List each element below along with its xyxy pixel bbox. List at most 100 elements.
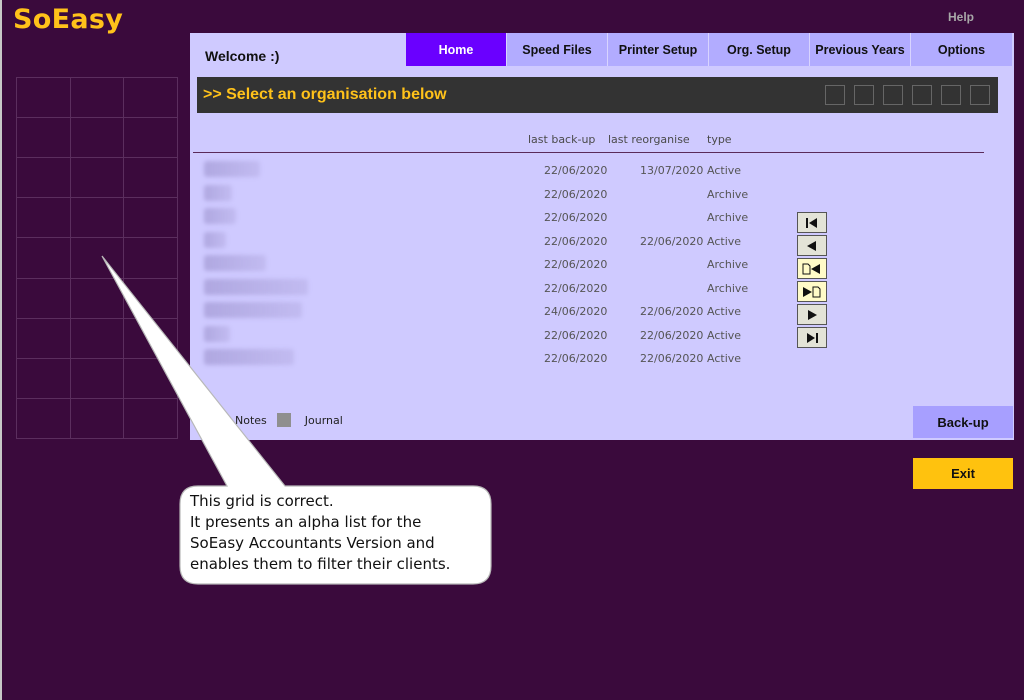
notes-swatch bbox=[207, 413, 221, 427]
tab-org-setup[interactable]: Org. Setup bbox=[709, 33, 810, 66]
last-backup: 22/06/2020 bbox=[544, 234, 608, 248]
insert-before-button[interactable] bbox=[797, 258, 827, 279]
alpha-grid-cell[interactable] bbox=[17, 278, 71, 319]
callout-line: SoEasy Accountants Version and bbox=[190, 534, 435, 552]
bar-indicator-boxes bbox=[825, 85, 990, 105]
organisation-name-redacted bbox=[204, 325, 230, 342]
organisation-name-redacted bbox=[204, 278, 308, 295]
organisation-row[interactable]: 24/06/2020 22/06/2020 Active bbox=[190, 299, 790, 323]
insert-after-button[interactable] bbox=[797, 281, 827, 302]
indicator-box bbox=[941, 85, 961, 105]
alpha-grid-cell[interactable] bbox=[17, 358, 71, 399]
organisation-row[interactable]: 22/06/2020 Archive bbox=[190, 276, 790, 300]
alpha-grid-cell[interactable] bbox=[124, 318, 178, 359]
header-divider bbox=[193, 152, 984, 153]
tab-printer-setup[interactable]: Printer Setup bbox=[608, 33, 709, 66]
last-backup: 22/06/2020 bbox=[544, 258, 608, 271]
organisation-type: Active bbox=[707, 305, 742, 318]
organisation-row[interactable]: 22/06/2020 Archive bbox=[190, 252, 790, 276]
organisation-type: Archive bbox=[707, 187, 749, 201]
last-backup: 22/06/2020 bbox=[544, 281, 608, 295]
indicator-box bbox=[912, 85, 932, 105]
first-record-button[interactable] bbox=[797, 212, 827, 233]
alpha-filter-grid bbox=[16, 77, 178, 439]
tab-previous-years[interactable]: Previous Years bbox=[810, 33, 911, 66]
tab-speed-files[interactable]: Speed Files bbox=[507, 33, 608, 66]
organisation-row[interactable]: 22/06/2020 Archive bbox=[190, 205, 790, 229]
last-reorganise: 13/07/2020 bbox=[640, 164, 704, 177]
tab-options[interactable]: Options bbox=[911, 33, 1012, 66]
alpha-grid-cell[interactable] bbox=[124, 118, 178, 159]
callout-line: This grid is correct. bbox=[190, 492, 334, 510]
exit-button[interactable]: Exit bbox=[913, 458, 1013, 489]
alpha-grid-cell[interactable] bbox=[17, 198, 71, 239]
organisation-type: Active bbox=[707, 234, 742, 248]
alpha-grid-cell[interactable] bbox=[17, 398, 71, 439]
organisation-row[interactable]: 22/06/2020 13/07/2020 Active bbox=[190, 158, 790, 182]
organisation-type: Active bbox=[707, 164, 742, 177]
organisation-name-redacted bbox=[204, 349, 294, 365]
alpha-grid-cell[interactable] bbox=[124, 78, 178, 119]
alpha-grid-cell[interactable] bbox=[70, 118, 125, 159]
alpha-grid-cell[interactable] bbox=[70, 78, 125, 119]
organisation-row[interactable]: 22/06/2020 22/06/2020 Active bbox=[190, 323, 790, 347]
indicator-box bbox=[883, 85, 903, 105]
indicator-box bbox=[970, 85, 990, 105]
organisation-name-redacted bbox=[204, 302, 302, 318]
column-header-type: type bbox=[707, 133, 732, 146]
organisation-type: Archive bbox=[707, 258, 749, 271]
alpha-grid-cell[interactable] bbox=[124, 358, 178, 399]
indicator-box bbox=[854, 85, 874, 105]
alpha-grid-cell[interactable] bbox=[124, 278, 178, 319]
organisation-type: Active bbox=[707, 328, 742, 342]
previous-record-button[interactable] bbox=[797, 235, 827, 256]
last-backup: 22/06/2020 bbox=[544, 164, 608, 177]
column-header-reorganise: last reorganise bbox=[608, 133, 690, 146]
alpha-grid-cell[interactable] bbox=[17, 118, 71, 159]
first-record-icon bbox=[806, 217, 817, 228]
alpha-grid-cell[interactable] bbox=[70, 358, 125, 399]
organisation-row[interactable]: 22/06/2020 22/06/2020 Active bbox=[190, 229, 790, 253]
help-link[interactable]: Help bbox=[948, 10, 974, 24]
next-record-button[interactable] bbox=[797, 304, 827, 325]
organisation-row[interactable]: 22/06/2020 Archive bbox=[190, 182, 790, 206]
organisation-name-redacted bbox=[204, 255, 266, 271]
alpha-grid-cell[interactable] bbox=[70, 318, 125, 359]
organisation-list: 22/06/2020 13/07/2020 Active 22/06/2020 … bbox=[190, 158, 790, 370]
alpha-grid-cell[interactable] bbox=[17, 318, 71, 359]
alpha-grid-cell[interactable] bbox=[70, 238, 125, 279]
alpha-grid-cell[interactable] bbox=[17, 158, 71, 199]
organisation-name-redacted bbox=[204, 231, 226, 248]
insert-before-icon bbox=[802, 263, 820, 274]
organisation-name-redacted bbox=[204, 161, 260, 177]
legend: Notes Journal bbox=[207, 413, 343, 427]
last-backup: 24/06/2020 bbox=[544, 305, 608, 318]
tab-home[interactable]: Home bbox=[406, 33, 507, 66]
last-reorganise: 22/06/2020 bbox=[640, 234, 704, 248]
alpha-grid-cell[interactable] bbox=[124, 398, 178, 439]
alpha-grid-cell[interactable] bbox=[124, 238, 178, 279]
backup-button[interactable]: Back-up bbox=[913, 406, 1013, 438]
alpha-grid-cell[interactable] bbox=[70, 198, 125, 239]
alpha-grid-cell[interactable] bbox=[124, 198, 178, 239]
last-reorganise: 22/06/2020 bbox=[640, 305, 704, 318]
main-panel: Welcome :) Home Speed Files Printer Setu… bbox=[190, 33, 1014, 440]
next-record-icon bbox=[808, 309, 817, 320]
notes-label: Notes bbox=[235, 413, 267, 427]
callout-line: It presents an alpha list for the bbox=[190, 513, 422, 531]
last-reorganise: 22/06/2020 bbox=[640, 328, 704, 342]
last-record-icon bbox=[807, 332, 818, 343]
alpha-grid-cell[interactable] bbox=[17, 78, 71, 119]
alpha-grid-cell[interactable] bbox=[124, 158, 178, 199]
app-title: SoEasy bbox=[13, 4, 124, 35]
alpha-grid-cell[interactable] bbox=[70, 278, 125, 319]
organisation-row[interactable]: 22/06/2020 22/06/2020 Active bbox=[190, 346, 790, 370]
organisation-name-redacted bbox=[204, 208, 236, 224]
alpha-grid-cell[interactable] bbox=[70, 158, 125, 199]
last-record-button[interactable] bbox=[797, 327, 827, 348]
journal-label: Journal bbox=[304, 413, 343, 427]
alpha-grid-cell[interactable] bbox=[70, 398, 125, 439]
welcome-text: Welcome :) bbox=[205, 48, 280, 64]
callout-line: enables them to filter their clients. bbox=[190, 555, 451, 573]
alpha-grid-cell[interactable] bbox=[17, 238, 71, 279]
